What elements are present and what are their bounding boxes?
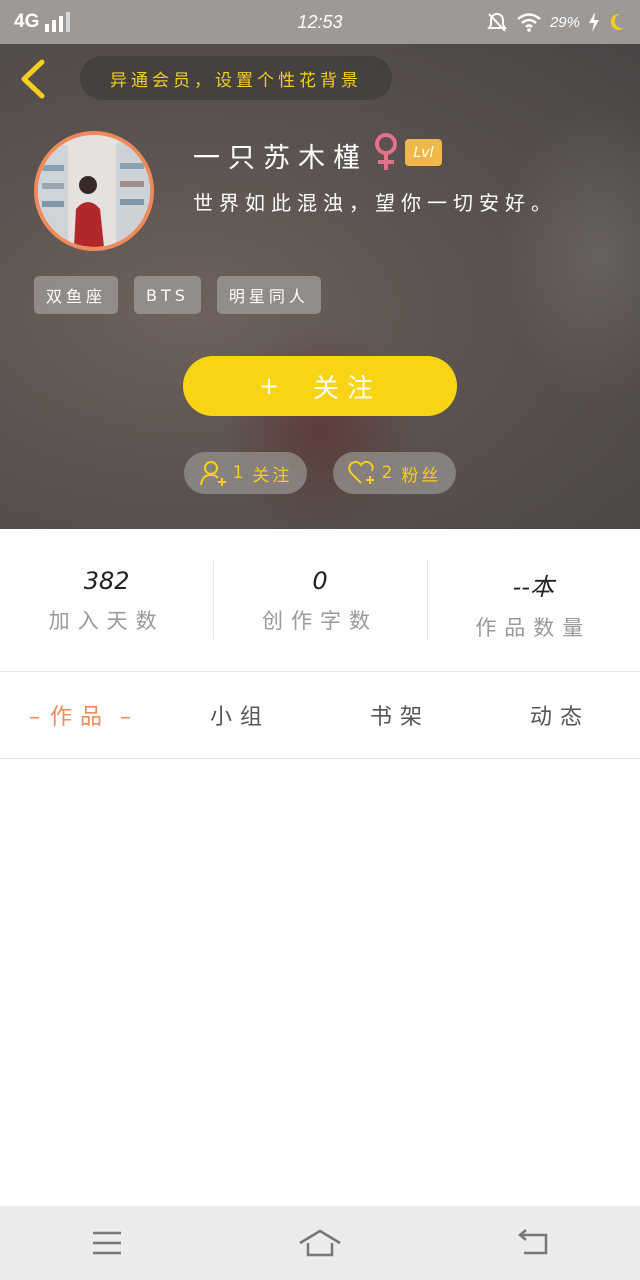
stats-row: 382 加入天数 0 创作字数 --本 作品数量	[0, 529, 640, 671]
status-bar: 4G 12:53 29%	[0, 0, 640, 44]
following-label: 关注	[252, 465, 293, 486]
fans-label: 粉丝	[401, 465, 442, 486]
username: 一只苏木槿	[193, 143, 368, 174]
tag-list: 双鱼座 BTS 明星同人	[34, 276, 321, 314]
status-right: 29%	[486, 11, 626, 33]
stat-works-count: --本 作品数量	[426, 561, 640, 640]
plus-icon: +	[258, 372, 288, 400]
level-badge: Lvl	[405, 139, 442, 166]
tab-label: 小组	[209, 705, 270, 730]
menu-icon	[92, 1231, 121, 1255]
tab-groups[interactable]: 小组	[160, 699, 320, 731]
mute-bell-icon	[487, 12, 507, 32]
back-nav-button[interactable]	[503, 1223, 563, 1263]
tag-item[interactable]: 双鱼座	[34, 276, 119, 314]
back-button[interactable]	[14, 58, 54, 100]
stat-value: 0	[312, 567, 328, 595]
fans-count: 2	[381, 463, 396, 483]
bio: 世界如此混浊，望你一切安好。	[193, 191, 557, 215]
stat-label: 创作字数	[261, 609, 378, 633]
system-nav-bar	[0, 1206, 640, 1280]
tag-item[interactable]: 明星同人	[216, 276, 321, 314]
tab-active-marker-right: –	[120, 705, 131, 730]
moon-phone-icon	[610, 13, 624, 30]
tag-label: BTS	[146, 285, 189, 305]
heart-plus-icon	[347, 460, 374, 484]
fans-count-button[interactable]: 2 粉丝	[333, 452, 456, 494]
level-text: Lvl	[413, 144, 434, 161]
profile-header: 异通会员，设置个性花背景 一只苏木槿 Lvl 世界如此混浊，望你一切安好。 双鱼…	[0, 44, 640, 529]
member-hint-banner[interactable]: 异通会员，设置个性花背景	[80, 56, 392, 100]
signal-icon	[45, 12, 71, 32]
status-left: 4G	[14, 11, 71, 33]
chevron-left-icon	[21, 59, 45, 99]
tab-bar: – 作品 – 小组 书架 动态	[0, 672, 640, 758]
home-button[interactable]	[290, 1223, 350, 1263]
network-type: 4G	[14, 11, 40, 32]
wifi-icon	[517, 13, 541, 32]
avatar[interactable]	[34, 131, 154, 251]
tab-label: 动态	[529, 705, 590, 730]
avatar-image	[38, 135, 150, 247]
follow-label: 关注	[313, 373, 382, 404]
following-count: 1	[232, 463, 247, 483]
divider	[0, 758, 640, 759]
follow-button[interactable]: + 关注	[183, 356, 457, 416]
battery-level: 29%	[549, 13, 580, 31]
charging-icon	[589, 12, 599, 32]
female-icon	[375, 133, 397, 170]
add-user-icon	[199, 461, 226, 486]
menu-button[interactable]	[77, 1223, 137, 1263]
status-time: 12:53	[297, 11, 343, 32]
stat-join-days: 382 加入天数	[0, 561, 213, 639]
following-count-button[interactable]: 1 关注	[184, 452, 307, 494]
stat-label: 作品数量	[475, 616, 592, 640]
tab-works[interactable]: – 作品 –	[0, 699, 160, 731]
tab-activity[interactable]: 动态	[480, 699, 640, 731]
tag-label: 双鱼座	[46, 287, 107, 306]
stat-word-count: 0 创作字数	[213, 561, 426, 639]
tab-bookshelf[interactable]: 书架	[320, 699, 480, 731]
tab-label: 作品	[49, 705, 110, 730]
stat-value: --本	[512, 573, 554, 601]
member-hint-text: 异通会员，设置个性花背景	[110, 70, 362, 91]
back-arrow-icon	[518, 1229, 548, 1255]
tag-label: 明星同人	[228, 287, 309, 306]
tab-active-marker-left: –	[28, 705, 40, 730]
stat-label: 加入天数	[48, 609, 165, 633]
tab-label: 书架	[369, 705, 430, 730]
stat-value: 382	[83, 567, 130, 595]
home-icon	[299, 1229, 341, 1257]
tag-item[interactable]: BTS	[134, 276, 201, 314]
